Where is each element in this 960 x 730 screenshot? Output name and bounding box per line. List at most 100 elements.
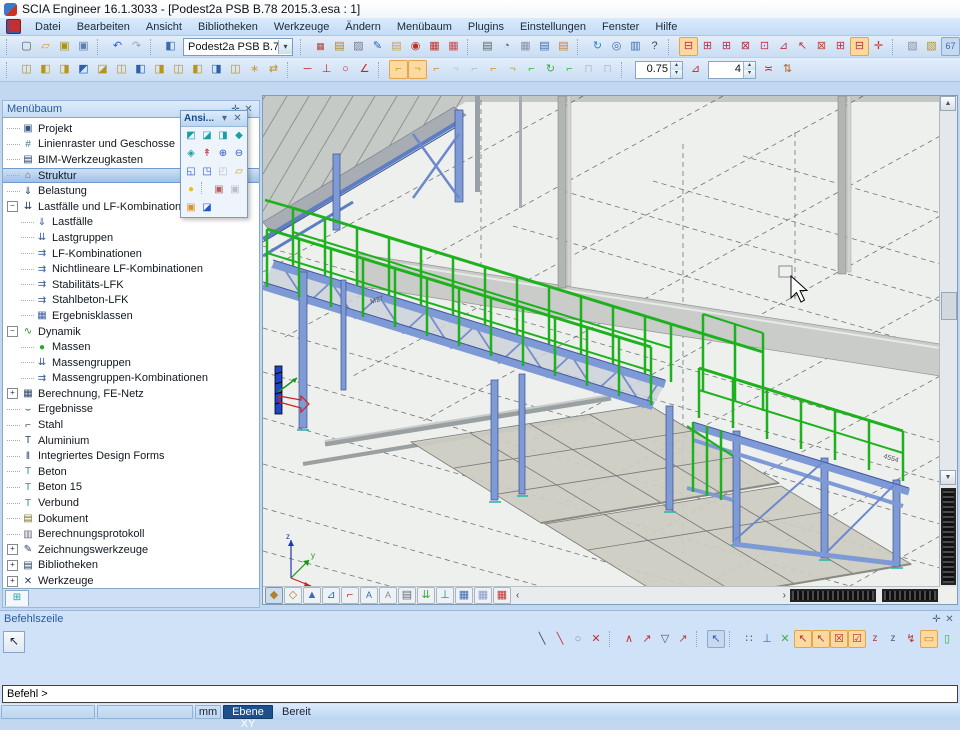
tree-item-beton[interactable]: TBeton xyxy=(3,464,259,480)
print-preview-button[interactable]: ◔ xyxy=(497,37,516,56)
snap-orthogonal-button[interactable]: ☑ xyxy=(848,630,866,648)
snap-direction-button[interactable]: ↗ xyxy=(638,630,656,648)
tree-item-werkzeuge[interactable]: +✕Werkzeuge xyxy=(3,573,259,589)
delete-node-button[interactable]: ⊠ xyxy=(812,37,831,56)
colors-button[interactable]: ▦ xyxy=(493,587,511,604)
cross-section-11-button[interactable]: ◨ xyxy=(207,60,226,79)
project-manager-button[interactable]: ◧ xyxy=(161,37,180,56)
tree-item-ergebnisse[interactable]: ⌣Ergebnisse xyxy=(3,402,259,418)
tree-item-zeichnungswerkzeuge[interactable]: +✎Zeichnungswerkzeuge xyxy=(3,542,259,558)
menu-bibliotheken[interactable]: Bibliotheken xyxy=(190,19,266,35)
snap-line-grid-button[interactable]: ⊥ xyxy=(758,630,776,648)
zoom-in-button[interactable]: ⊕ xyxy=(215,146,231,162)
angle-button[interactable]: ∠ xyxy=(355,60,374,79)
search-document-button[interactable]: ◎ xyxy=(607,37,626,56)
tree-item-massengruppen[interactable]: ⇊Massengruppen xyxy=(3,355,259,371)
tree-item-integriertes-design-forms[interactable]: ‖Integriertes Design Forms xyxy=(3,448,259,464)
pan-bar-1[interactable] xyxy=(790,589,876,602)
snap-z-button[interactable]: z xyxy=(866,630,884,648)
print-button[interactable]: ▤ xyxy=(478,37,497,56)
undo-button[interactable]: ↶ xyxy=(108,37,127,56)
tree-item-stabilit-ts-lfk[interactable]: ⇉Stabilitäts-LFK xyxy=(3,277,259,293)
tree-item-lastgruppen[interactable]: ⇊Lastgruppen xyxy=(3,230,259,246)
tree-expander-icon[interactable]: + xyxy=(7,576,18,587)
cross-section-2-button[interactable]: ◧ xyxy=(36,60,55,79)
hinge-start-button[interactable]: ¬ xyxy=(408,60,427,79)
scroll-down-icon[interactable]: ▼ xyxy=(940,470,956,485)
hinge-custom-button[interactable]: ⌐ xyxy=(465,60,484,79)
add-node-button[interactable]: ⊞ xyxy=(831,37,850,56)
view-xy-button[interactable]: ◩ xyxy=(183,128,199,144)
show-member-surfaces-button[interactable]: ⊡ xyxy=(755,37,774,56)
model-viewport[interactable]: z y x M27 4554 ▲ ▼ ◆◇▲⊿⌐AA▤⇊⊥▦▦▦ ‹ › xyxy=(262,95,958,605)
tree-item-bibliotheken[interactable]: +▤Bibliotheken xyxy=(3,558,259,574)
tree-item-beton-15[interactable]: TBeton 15 xyxy=(3,480,259,496)
select-by-mouse-button[interactable]: ↖ xyxy=(707,630,725,648)
tree-item-lf-kombinationen[interactable]: ⇉LF-Kombinationen xyxy=(3,246,259,262)
generator-button[interactable]: ▨ xyxy=(349,37,368,56)
light-button[interactable]: ● xyxy=(183,182,199,198)
snap-intersection-button[interactable]: ☒ xyxy=(830,630,848,648)
labels-members-button[interactable]: A xyxy=(379,587,397,604)
document-edit-button[interactable]: ▤ xyxy=(554,37,573,56)
capture-view-button[interactable]: ▣ xyxy=(211,182,227,198)
zoom-previous-button[interactable]: ◰ xyxy=(215,164,231,180)
labels-nodes-button[interactable]: A xyxy=(360,587,378,604)
vscroll-thumb[interactable] xyxy=(941,292,957,320)
xy-parameters-button[interactable]: ✎ xyxy=(368,37,387,56)
view-palette-header[interactable]: Ansi... ▾ ✕ xyxy=(181,111,247,127)
hinge-none-button[interactable]: ¬ xyxy=(446,60,465,79)
tree-item-massen[interactable]: ●Massen xyxy=(3,339,259,355)
hinge-end-button[interactable]: ⌐ xyxy=(427,60,446,79)
cross-section-10-button[interactable]: ◧ xyxy=(188,60,207,79)
tree-item-nichtlineare-lf-kombinationen[interactable]: ⇉Nichtlineare LF-Kombinationen xyxy=(3,261,259,277)
zoom-out-button[interactable]: ⊖ xyxy=(231,146,247,162)
menu-fenster[interactable]: Fenster xyxy=(594,19,647,35)
show-node-supports-button[interactable]: ⊞ xyxy=(717,37,736,56)
menu-hilfe[interactable]: Hilfe xyxy=(647,19,685,35)
support-button[interactable]: ⊥ xyxy=(317,60,336,79)
show-system-lines-button[interactable]: ⊠ xyxy=(736,37,755,56)
view-xz-button[interactable]: ◪ xyxy=(199,128,215,144)
snap-points-button[interactable]: ✕ xyxy=(776,630,794,648)
view-point-button[interactable]: ▲ xyxy=(303,587,321,604)
show-loads-button[interactable]: ⇊ xyxy=(417,587,435,604)
snap-angle-button[interactable]: ∧ xyxy=(620,630,638,648)
redo-button[interactable]: ↷ xyxy=(127,37,146,56)
save-image-button[interactable]: ▧ xyxy=(922,37,941,56)
painter-button[interactable]: ◪ xyxy=(199,200,215,216)
table-results-button[interactable]: ▦ xyxy=(444,37,463,56)
open-viewpoint-button[interactable]: ▱ xyxy=(231,164,247,180)
status-plane[interactable]: Ebene XY xyxy=(223,705,273,719)
cursor-mode-button[interactable]: ↖ xyxy=(3,631,25,653)
layers-button[interactable]: ▤ xyxy=(330,37,349,56)
hinge-fx-button[interactable]: ¬ xyxy=(503,60,522,79)
view-settings-button[interactable]: ▤ xyxy=(398,587,416,604)
snap-2z-button[interactable]: z xyxy=(884,630,902,648)
close-icon[interactable]: ✕ xyxy=(943,614,956,625)
calculator-button[interactable]: ▦ xyxy=(516,37,535,56)
show-local-axes-button[interactable]: ⊟ xyxy=(850,37,869,56)
menu-einstellungen[interactable]: Einstellungen xyxy=(512,19,594,35)
project-combo[interactable]: Podest2a PSB B.78 ▾ xyxy=(183,38,293,56)
pin-icon[interactable]: ✛ xyxy=(930,614,943,625)
show-model-data-button[interactable]: ⊿ xyxy=(774,37,793,56)
tree-expander-icon[interactable]: − xyxy=(7,326,18,337)
tree-item-berechnung-fe-netz[interactable]: +▦Berechnung, FE-Netz xyxy=(3,386,259,402)
document-window-icon[interactable] xyxy=(6,19,21,34)
cross-section-5-button[interactable]: ◪ xyxy=(93,60,112,79)
cross-section-12-button[interactable]: ◫ xyxy=(226,60,245,79)
menu-datei[interactable]: Datei xyxy=(27,19,69,35)
tree-expander-icon[interactable]: + xyxy=(7,388,18,399)
zoom-all-button[interactable]: ◳ xyxy=(199,164,215,180)
cross-section-3-button[interactable]: ◨ xyxy=(55,60,74,79)
selection-off-button[interactable]: ✕ xyxy=(587,630,605,648)
open-project-button[interactable]: ▱ xyxy=(36,37,55,56)
cross-section-1-button[interactable]: ◫ xyxy=(17,60,36,79)
capture-view-off-button[interactable]: ▣ xyxy=(227,182,243,198)
cross-section-8-button[interactable]: ◨ xyxy=(150,60,169,79)
tree-expander-icon[interactable]: + xyxy=(7,544,18,555)
shading-mode-button[interactable]: ◆ xyxy=(265,587,283,604)
hinge-update-button[interactable]: ↻ xyxy=(541,60,560,79)
combo-dropdown-icon[interactable]: ▾ xyxy=(278,40,292,54)
